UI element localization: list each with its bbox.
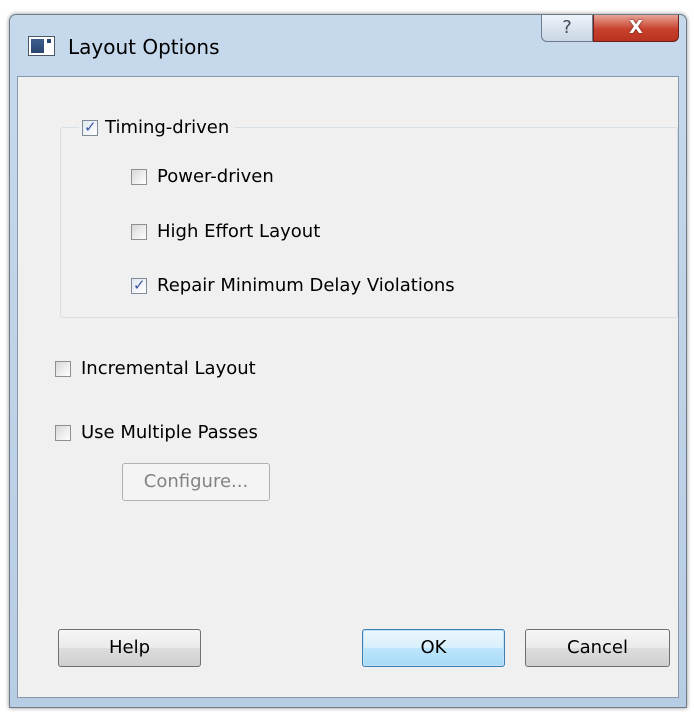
incremental-layout-checkbox[interactable] bbox=[55, 360, 71, 377]
repair-min-delay-option[interactable]: ✓ Repair Minimum Delay Violations bbox=[131, 275, 455, 296]
high-effort-layout-label: High Effort Layout bbox=[157, 221, 321, 242]
dialog-title: Layout Options bbox=[68, 35, 220, 59]
close-button[interactable]: X bbox=[593, 15, 679, 42]
power-driven-checkbox[interactable] bbox=[131, 168, 147, 185]
timing-driven-label: Timing-driven bbox=[105, 117, 230, 138]
multiple-passes-label: Use Multiple Passes bbox=[81, 422, 258, 443]
multiple-passes-checkbox[interactable] bbox=[55, 424, 71, 441]
incremental-layout-label: Incremental Layout bbox=[81, 358, 256, 379]
incremental-layout-option[interactable]: Incremental Layout bbox=[55, 358, 256, 379]
layout-options-dialog: Layout Options ? X ✓ Timing-driven Power… bbox=[9, 14, 687, 708]
dialog-body: ✓ Timing-driven Power-driven High Effort… bbox=[17, 76, 679, 698]
question-mark-icon: ? bbox=[562, 17, 572, 38]
configure-button[interactable]: Configure... bbox=[122, 463, 270, 501]
title-bar[interactable]: Layout Options ? X bbox=[10, 15, 686, 75]
help-button[interactable]: Help bbox=[58, 629, 201, 667]
context-help-button[interactable]: ? bbox=[541, 15, 593, 42]
multiple-passes-option[interactable]: Use Multiple Passes bbox=[55, 422, 258, 443]
power-driven-option[interactable]: Power-driven bbox=[131, 166, 274, 187]
cancel-button[interactable]: Cancel bbox=[525, 629, 670, 667]
power-driven-label: Power-driven bbox=[157, 166, 274, 187]
timing-driven-checkbox[interactable]: ✓ bbox=[82, 117, 98, 136]
checkmark-icon: ✓ bbox=[133, 275, 146, 294]
checkmark-icon: ✓ bbox=[84, 117, 97, 136]
high-effort-layout-checkbox[interactable] bbox=[131, 223, 147, 240]
close-icon: X bbox=[629, 17, 643, 38]
repair-min-delay-label: Repair Minimum Delay Violations bbox=[157, 275, 455, 296]
high-effort-layout-option[interactable]: High Effort Layout bbox=[131, 221, 320, 242]
app-window-icon bbox=[28, 36, 55, 56]
ok-button[interactable]: OK bbox=[362, 629, 505, 667]
timing-driven-option[interactable]: ✓ Timing-driven bbox=[79, 117, 236, 138]
repair-min-delay-checkbox[interactable]: ✓ bbox=[131, 275, 147, 294]
